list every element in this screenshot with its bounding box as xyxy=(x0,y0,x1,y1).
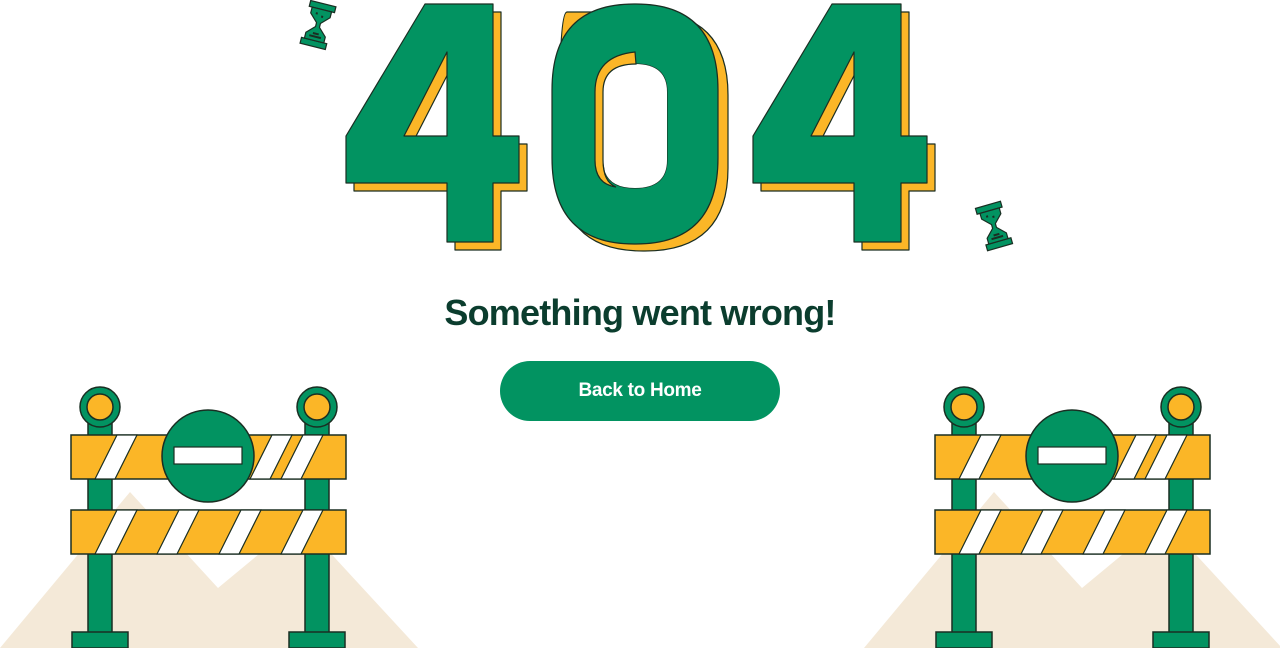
digit-four-left xyxy=(345,3,528,251)
page-title: Something went wrong! xyxy=(444,292,836,333)
back-to-home-button[interactable]: Back to Home xyxy=(500,361,780,421)
error-code-404-graphic xyxy=(299,0,1014,252)
no-entry-icon xyxy=(161,409,255,503)
no-entry-icon xyxy=(1025,409,1119,503)
not-found-page: Something went wrong! Back to Home xyxy=(0,0,1280,648)
road-barrier-left xyxy=(0,386,418,648)
digit-zero xyxy=(551,3,729,252)
hourglass-icon xyxy=(299,0,337,51)
hourglass-icon xyxy=(974,200,1014,252)
digit-four-right xyxy=(752,3,936,251)
road-barrier-right xyxy=(864,386,1280,648)
